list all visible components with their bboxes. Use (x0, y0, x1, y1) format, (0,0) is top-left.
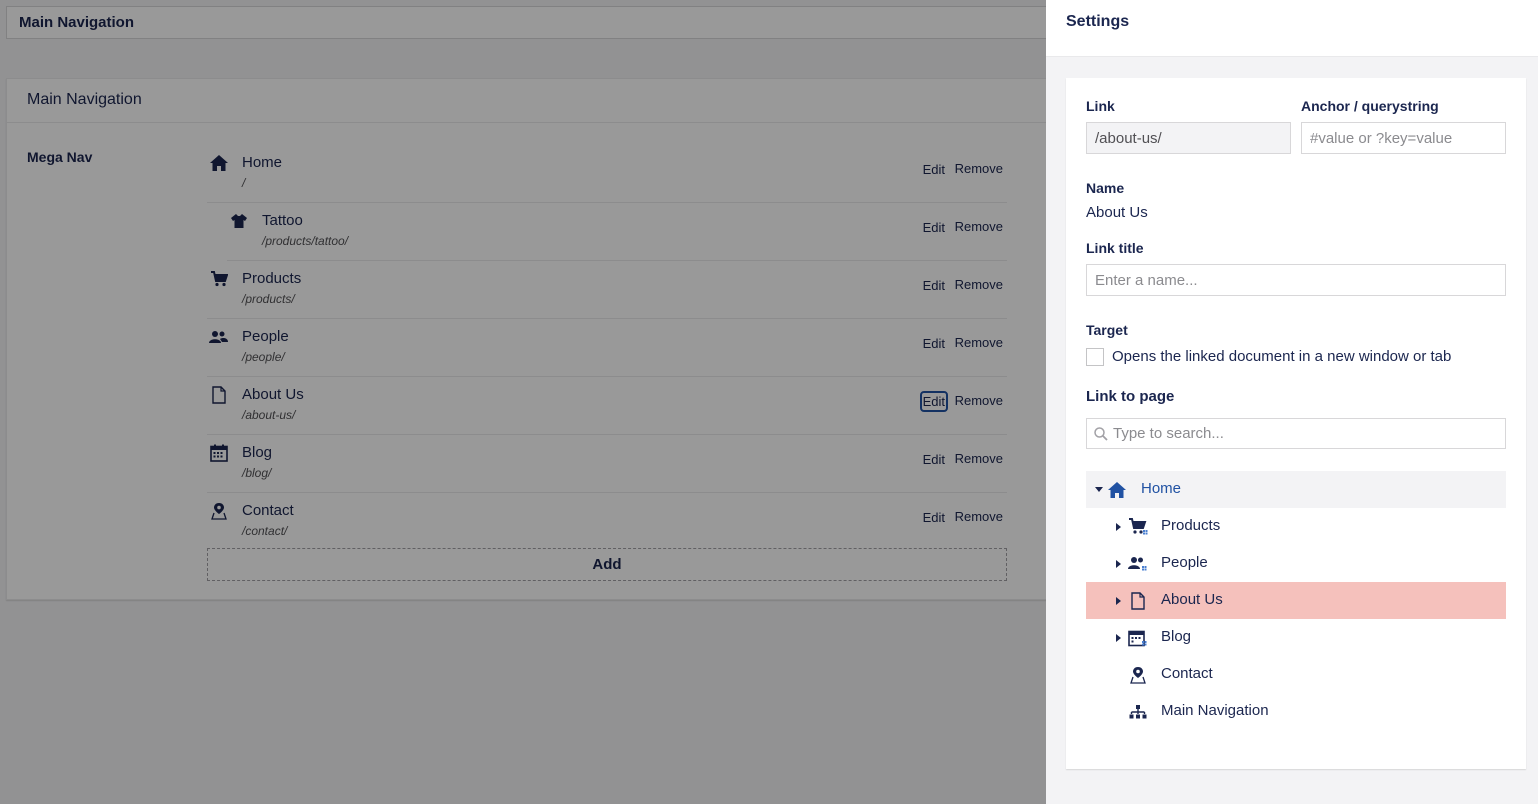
name-value: About Us (1086, 204, 1148, 221)
tree-search[interactable] (1086, 418, 1506, 449)
tree-item-about-us[interactable]: About Us (1086, 582, 1506, 619)
target-label: Target (1086, 322, 1128, 338)
tree-item-blog[interactable]: Blog (1086, 619, 1506, 656)
map-pin-icon (1128, 665, 1148, 685)
anchor-field[interactable] (1301, 122, 1506, 154)
home-icon (1107, 480, 1127, 500)
tree-item-label: Contact (1161, 665, 1213, 682)
caret-right-icon[interactable] (1116, 560, 1121, 568)
modal-overlay[interactable] (0, 0, 1046, 804)
sitemap-icon (1128, 702, 1148, 722)
tree-item-label: Blog (1161, 628, 1192, 645)
name-label: Name (1086, 180, 1125, 196)
link-label: Link (1086, 98, 1115, 114)
calendar-icon (1128, 628, 1148, 648)
settings-form: Link Anchor / querystring Name About Us … (1066, 78, 1526, 769)
target-checkbox[interactable] (1086, 348, 1104, 366)
tree-item-label: About Us (1161, 591, 1223, 608)
search-icon (1093, 426, 1109, 442)
tree-item-label: People (1161, 554, 1208, 571)
document-icon (1128, 591, 1148, 611)
link-title-label: Link title (1086, 240, 1144, 256)
tree-item-label: Home (1141, 480, 1182, 497)
settings-panel: Settings Link Anchor / querystring Name … (1046, 0, 1538, 804)
caret-right-icon[interactable] (1116, 634, 1121, 642)
tree-item-home[interactable]: Home (1086, 471, 1506, 508)
caret-right-icon[interactable] (1116, 523, 1121, 531)
panel-title: Settings (1046, 0, 1538, 57)
link-field[interactable] (1086, 122, 1291, 154)
tree-item-products[interactable]: Products (1086, 508, 1506, 545)
caret-down-icon[interactable] (1095, 487, 1103, 492)
cart-icon (1128, 517, 1148, 537)
people-icon (1128, 554, 1148, 574)
tree-item-contact[interactable]: Contact (1086, 656, 1506, 693)
tree-item-label: Products (1161, 517, 1221, 534)
target-checkbox-label[interactable]: Opens the linked document in a new windo… (1112, 348, 1451, 365)
caret-right-icon[interactable] (1116, 597, 1121, 605)
tree-item-label: Main Navigation (1161, 702, 1269, 719)
tree-item-main-navigation[interactable]: Main Navigation (1086, 693, 1506, 730)
link-to-page-label: Link to page (1086, 388, 1175, 405)
content-tree: Home Products People About Us Blog Conta… (1086, 471, 1506, 730)
tree-item-people[interactable]: People (1086, 545, 1506, 582)
search-input[interactable] (1113, 419, 1503, 448)
link-title-field[interactable] (1086, 264, 1506, 296)
anchor-label: Anchor / querystring (1301, 98, 1439, 114)
